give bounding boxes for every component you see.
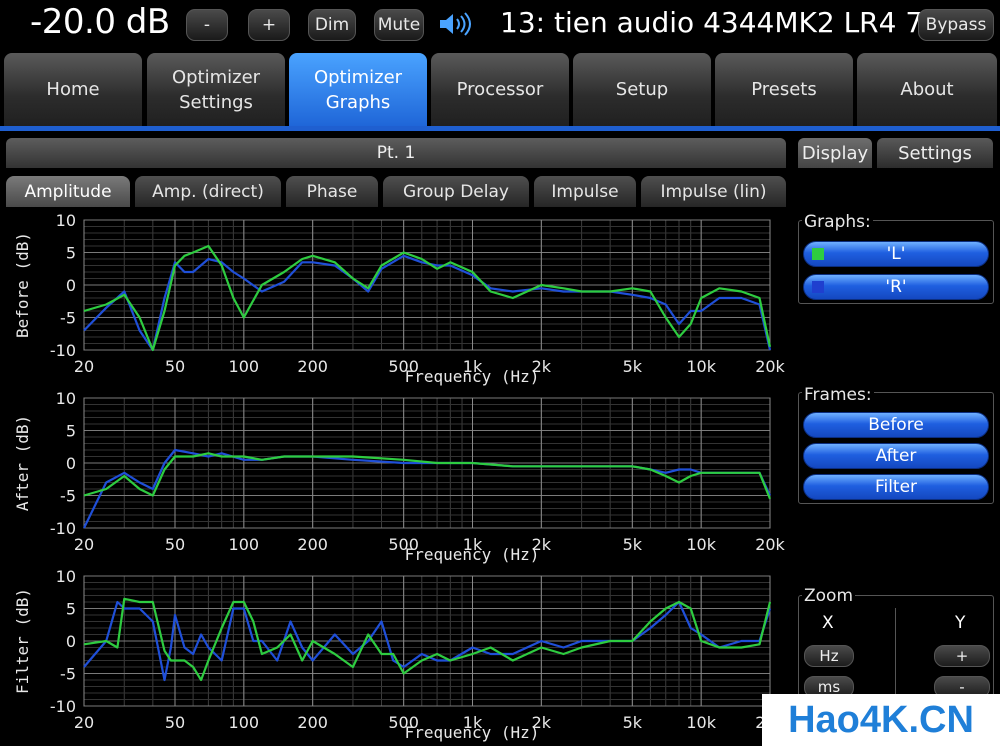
- tab-setup[interactable]: Setup: [573, 53, 711, 126]
- y-tick-label: -5: [60, 309, 76, 328]
- x-tick-label: 10k: [686, 713, 716, 732]
- y-tick-label: 5: [66, 600, 76, 619]
- mute-button[interactable]: Mute: [374, 9, 424, 41]
- x-tick-label: 200: [297, 357, 328, 376]
- tab-underline: [0, 126, 1000, 131]
- graph-toggle-l[interactable]: 'L': [803, 241, 989, 267]
- x-axis-label: Frequency (Hz): [405, 723, 540, 742]
- y-tick-label: -10: [50, 697, 76, 716]
- subtab-group-delay[interactable]: Group Delay: [383, 176, 529, 207]
- x-tick-label: 5k: [623, 357, 643, 376]
- x-axis-label: Frequency (Hz): [405, 545, 540, 564]
- y-tick-label: 0: [66, 632, 76, 651]
- subtab-impulse-lin[interactable]: Impulse (lin): [641, 176, 786, 207]
- tab-label: Home: [46, 79, 100, 100]
- tab-display[interactable]: Display: [798, 138, 872, 168]
- x-axis-label: Frequency (Hz): [405, 367, 540, 386]
- zoom-x-label: X: [822, 613, 834, 633]
- y-tick-label: 5: [66, 422, 76, 441]
- graph-toggle-r[interactable]: 'R': [803, 274, 989, 300]
- volume-up-button[interactable]: +: [248, 9, 290, 41]
- tab-label: Setup: [615, 79, 669, 100]
- frames-group-title: Frames:: [802, 385, 874, 405]
- speaker-volume-icon[interactable]: [438, 10, 478, 38]
- tab-label: Optimizer Settings: [171, 66, 261, 113]
- x-tick-label: 100: [229, 357, 260, 376]
- subtab-amplitude[interactable]: Amplitude: [6, 176, 130, 207]
- frame-after-button[interactable]: After: [803, 443, 989, 469]
- tab-optimizer-settings[interactable]: Optimizer Settings: [147, 53, 285, 126]
- panel-title: Pt. 1: [6, 138, 786, 168]
- graphs-group-title: Graphs:: [802, 212, 873, 232]
- tab-home[interactable]: Home: [4, 53, 142, 126]
- frame-filter-button[interactable]: Filter: [803, 474, 989, 500]
- tab-presets[interactable]: Presets: [715, 53, 853, 126]
- zoom-y-label: Y: [955, 613, 966, 633]
- y-axis-label: Filter (dB): [13, 588, 32, 694]
- graph-r-label: 'R': [885, 277, 907, 297]
- l-color-swatch: [812, 248, 824, 260]
- y-tick-label: 10: [56, 389, 76, 408]
- y-tick-label: -5: [60, 665, 76, 684]
- x-tick-label: 20k: [755, 357, 785, 376]
- tab-side-settings[interactable]: Settings: [877, 138, 993, 168]
- top-bar: -20.0 dB - + Dim Mute 13: tien audio 434…: [0, 0, 1000, 50]
- volume-down-button[interactable]: -: [186, 9, 228, 41]
- y-axis-label: After (dB): [13, 415, 32, 511]
- tab-label: Processor: [456, 79, 544, 100]
- x-tick-label: 20k: [755, 535, 785, 554]
- zoom-divider: [895, 608, 896, 698]
- tab-label: Presets: [751, 79, 817, 100]
- tab-label: About: [900, 79, 954, 100]
- x-tick-label: 100: [229, 713, 260, 732]
- graph-subtab-bar: Amplitude Amp. (direct) Phase Group Dela…: [6, 176, 788, 208]
- x-tick-label: 5k: [623, 713, 643, 732]
- watermark-logo: Hao4K.CN: [762, 694, 1000, 746]
- x-tick-label: 20: [74, 357, 94, 376]
- x-tick-label: 50: [165, 713, 185, 732]
- y-axis-label: Before (dB): [13, 232, 32, 338]
- y-tick-label: 10: [56, 211, 76, 230]
- r-color-swatch: [812, 281, 824, 293]
- x-tick-label: 200: [297, 535, 328, 554]
- graphs-area: 1050-5-1020 50 100 200 500 1k 2k 5k 10k 20kFreque…: [13, 211, 786, 742]
- subtab-amp-direct[interactable]: Amp. (direct): [135, 176, 281, 207]
- zoom-y-in-button[interactable]: +: [934, 645, 990, 667]
- x-tick-label: 20: [74, 535, 94, 554]
- y-tick-label: 0: [66, 454, 76, 473]
- volume-readout: -20.0 dB: [30, 2, 170, 42]
- y-tick-label: -10: [50, 519, 76, 538]
- tab-label: Optimizer Graphs: [313, 66, 403, 113]
- x-tick-label: 5k: [623, 535, 643, 554]
- x-tick-label: 100: [229, 535, 260, 554]
- zoom-x-hz-button[interactable]: Hz: [804, 645, 854, 667]
- dim-button[interactable]: Dim: [308, 9, 356, 41]
- y-tick-label: -10: [50, 341, 76, 360]
- x-tick-label: 20: [74, 713, 94, 732]
- y-tick-label: 5: [66, 244, 76, 263]
- x-tick-label: 50: [165, 357, 185, 376]
- tab-about[interactable]: About: [857, 53, 997, 126]
- x-tick-label: 200: [297, 713, 328, 732]
- main-tab-bar: Home Optimizer Settings Optimizer Graphs…: [0, 53, 1000, 127]
- zoom-group-title: Zoom: [802, 586, 856, 606]
- subtab-impulse[interactable]: Impulse: [534, 176, 636, 207]
- preset-title: 13: tien audio 4344MK2 LR4 70: [500, 6, 941, 39]
- x-tick-label: 10k: [686, 535, 716, 554]
- y-tick-label: 0: [66, 276, 76, 295]
- x-tick-label: 10k: [686, 357, 716, 376]
- x-tick-label: 50: [165, 535, 185, 554]
- subtab-phase[interactable]: Phase: [286, 176, 378, 207]
- frame-before-button[interactable]: Before: [803, 412, 989, 438]
- tab-processor[interactable]: Processor: [431, 53, 569, 126]
- graph-l-label: 'L': [886, 244, 906, 264]
- y-tick-label: 10: [56, 567, 76, 586]
- y-tick-label: -5: [60, 487, 76, 506]
- bypass-button[interactable]: Bypass: [918, 9, 994, 41]
- tab-optimizer-graphs[interactable]: Optimizer Graphs: [289, 53, 427, 126]
